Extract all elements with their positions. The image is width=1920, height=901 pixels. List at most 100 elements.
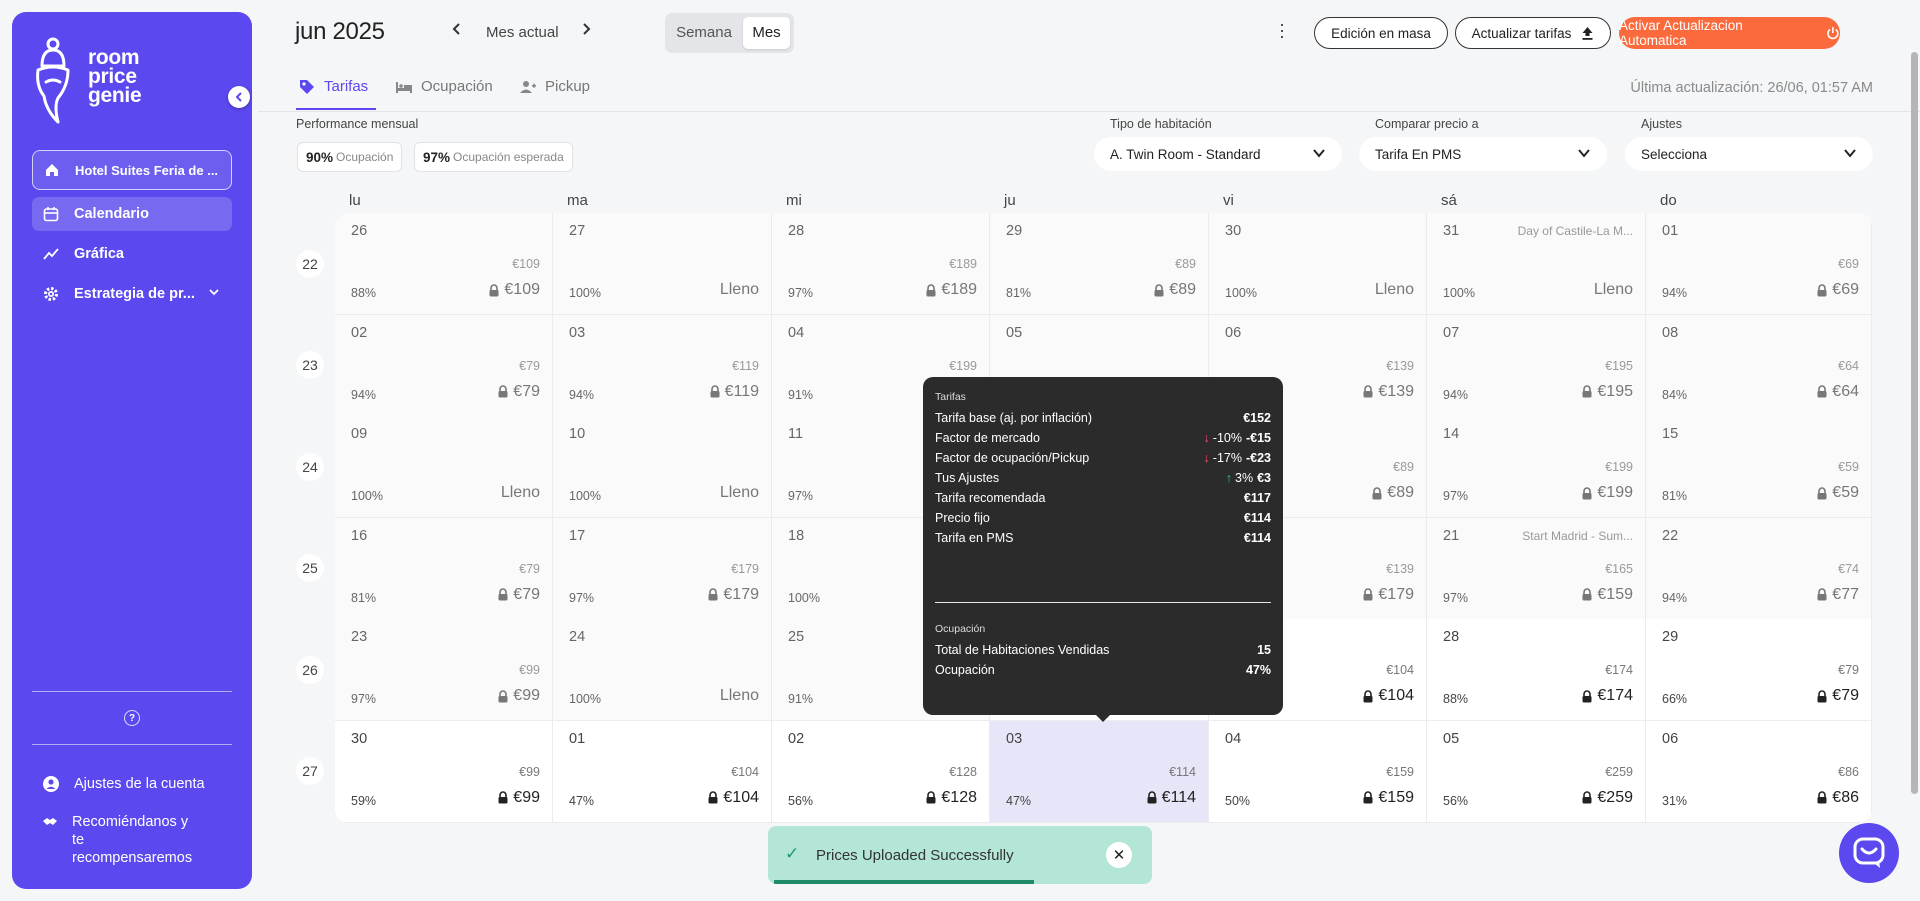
chat-icon: [1853, 837, 1885, 868]
support-chat-button[interactable]: [1839, 823, 1899, 883]
calendar-day-cell[interactable]: 05 €259 56% €259: [1427, 720, 1646, 823]
occupancy-percent: 100%: [569, 692, 601, 706]
calendar-day-cell[interactable]: 17 €179 97% €179: [553, 517, 772, 620]
tab-ocupacion[interactable]: Ocupación: [395, 78, 493, 108]
sidebar-item-estrategia[interactable]: Estrategia de pr...: [32, 277, 232, 311]
toast-close-button[interactable]: ✕: [1106, 842, 1132, 868]
calendar-day-cell[interactable]: 22 €74 94% €77: [1646, 517, 1872, 620]
day-number: 21: [1443, 527, 1460, 544]
next-month-button[interactable]: [576, 20, 596, 41]
calendar-day-cell[interactable]: 28 €189 97% €189: [772, 213, 990, 315]
account-settings-link[interactable]: Ajustes de la cuenta: [42, 775, 205, 793]
tooltip-row: Tarifa en PMS €114: [935, 531, 1271, 545]
recommended-price: €79: [497, 586, 540, 604]
recommended-price: €104: [707, 789, 759, 807]
compare-price-select[interactable]: Tarifa En PMS: [1359, 137, 1607, 171]
calendar-day-cell[interactable]: 03 €114 47% €114: [990, 720, 1209, 823]
price-value: €69: [1832, 281, 1859, 298]
calendar-day-cell[interactable]: 26 €109 88% €109: [335, 213, 553, 315]
compare-label: Comparar precio a: [1375, 117, 1479, 131]
calendar-day-cell[interactable]: 21 Start Madrid - Sum... €165 97% €159: [1427, 517, 1646, 620]
lock-icon: [498, 588, 508, 601]
sidebar-item-calendario[interactable]: Calendario: [32, 197, 232, 231]
lock-icon: [1582, 689, 1592, 702]
calendar-day-cell[interactable]: 30 100% Lleno: [1209, 213, 1427, 315]
tooltip-row-value: 47%: [1245, 663, 1271, 677]
occupancy-percent: 97%: [351, 692, 377, 706]
recommended-price: Lleno: [1375, 281, 1414, 299]
pms-price: €79: [519, 561, 540, 576]
tab-tarifas[interactable]: Tarifas: [298, 78, 368, 108]
pms-price: €114: [1169, 764, 1196, 779]
occupancy-percent: 91%: [788, 387, 814, 402]
calendar-day-cell[interactable]: 29 €89 81% €89: [990, 213, 1209, 315]
tab-pickup[interactable]: Pickup: [519, 78, 590, 108]
calendar-day-cell[interactable]: 14 €199 97% €199: [1427, 416, 1646, 518]
room-type-value: A. Twin Room - Standard: [1110, 146, 1261, 162]
occupancy-percent: 100%: [569, 286, 601, 300]
calendar-day-cell[interactable]: 06 €86 31% €86: [1646, 720, 1872, 823]
success-toast: ✓ Prices Uploaded Successfully ✕: [768, 826, 1152, 884]
calendar-day-cell[interactable]: 15 €59 81% €59: [1646, 416, 1872, 518]
calendar-day-cell[interactable]: 09 100% Lleno: [335, 416, 553, 518]
calendar-day-cell[interactable]: 02 €128 56% €128: [772, 720, 990, 823]
tooltip-row-value-wrap: €152: [1243, 411, 1271, 425]
auto-update-button[interactable]: Activar Actualizacion Automatica: [1619, 17, 1840, 49]
page-scrollbar[interactable]: [1911, 52, 1918, 794]
room-type-select[interactable]: A. Twin Room - Standard: [1094, 137, 1342, 171]
settings-select[interactable]: Selecciona: [1625, 137, 1873, 171]
recommended-price: Lleno: [720, 484, 759, 502]
view-month-button[interactable]: Mes: [743, 17, 790, 49]
calendar-day-cell[interactable]: 30 €99 59% €99: [335, 720, 553, 823]
prev-month-button[interactable]: [447, 20, 467, 41]
update-rates-button[interactable]: Actualizar tarifas: [1455, 17, 1611, 49]
calendar-day-cell[interactable]: 27 100% Lleno: [553, 213, 772, 315]
bulk-edit-button[interactable]: Edición en masa: [1314, 17, 1448, 49]
more-options-icon[interactable]: · · ·: [1279, 15, 1285, 45]
tab-label: Tarifas: [324, 78, 369, 95]
calendar-day-cell[interactable]: 08 €64 84% €64: [1646, 314, 1872, 417]
pms-price: €179: [731, 561, 759, 576]
price-value: €259: [1597, 788, 1633, 806]
brand-logo[interactable]: room price genie: [32, 36, 142, 126]
sidebar-item-grafica[interactable]: Gráfica: [32, 237, 232, 271]
hotel-selector-button[interactable]: Hotel Suites Feria de ...: [32, 150, 232, 190]
occupancy-percent: 100%: [788, 590, 820, 605]
tooltip-row-percent: 3%: [1235, 471, 1254, 485]
calendar-day-cell[interactable]: 01 €69 94% €69: [1646, 213, 1872, 315]
brand-line-genie: genie: [88, 84, 142, 107]
calendar-day-cell[interactable]: 03 €119 94% €119: [553, 314, 772, 417]
recommended-price: Lleno: [720, 281, 759, 299]
calendar-day-cell[interactable]: 10 100% Lleno: [553, 416, 772, 518]
arrow-down-icon: ↓: [1203, 431, 1210, 445]
sidebar-collapse-button[interactable]: [228, 86, 250, 108]
calendar-day-cell[interactable]: 07 €195 94% €195: [1427, 314, 1646, 417]
calendar-day-cell[interactable]: 31 Day of Castile-La M... 100% Lleno: [1427, 213, 1646, 315]
day-number: 23: [351, 629, 368, 645]
calendar-day-cell[interactable]: 29 €79 66% €79: [1646, 619, 1872, 721]
lock-icon: [710, 385, 720, 398]
recommended-price: €128: [925, 789, 977, 807]
toast-progress-bar: [774, 880, 1035, 884]
price-value: Lleno: [1374, 281, 1414, 298]
recommended-price: €139: [1362, 383, 1414, 401]
calendar-day-cell[interactable]: 28 €174 88% €174: [1427, 619, 1646, 721]
recommended-price: €79: [1816, 687, 1859, 705]
weekday-label: do: [1660, 192, 1677, 209]
occupancy-percent: 91%: [788, 692, 814, 706]
calendar-day-cell[interactable]: 02 €79 94% €79: [335, 314, 553, 417]
calendar-day-cell[interactable]: 16 €79 81% €79: [335, 517, 553, 620]
view-week-button[interactable]: Semana: [669, 17, 739, 49]
arrow-down-icon: ↓: [1203, 451, 1210, 465]
tooltip-row-label: Tarifa recomendada: [935, 491, 1046, 505]
pms-price: €99: [519, 663, 540, 677]
occupancy-percent: 88%: [351, 286, 377, 300]
help-icon[interactable]: ?: [124, 710, 140, 726]
referral-link[interactable]: Recomiéndanos y te recompensaremos: [42, 813, 202, 867]
calendar-day-cell[interactable]: 04 €159 50% €159: [1209, 720, 1427, 823]
calendar-day-cell[interactable]: 24 100% Lleno: [553, 619, 772, 721]
current-month-button[interactable]: Mes actual: [486, 24, 559, 41]
occupancy-percent: 97%: [1443, 489, 1469, 503]
calendar-day-cell[interactable]: 01 €104 47% €104: [553, 720, 772, 823]
calendar-day-cell[interactable]: 23 €99 97% €99: [335, 619, 553, 721]
